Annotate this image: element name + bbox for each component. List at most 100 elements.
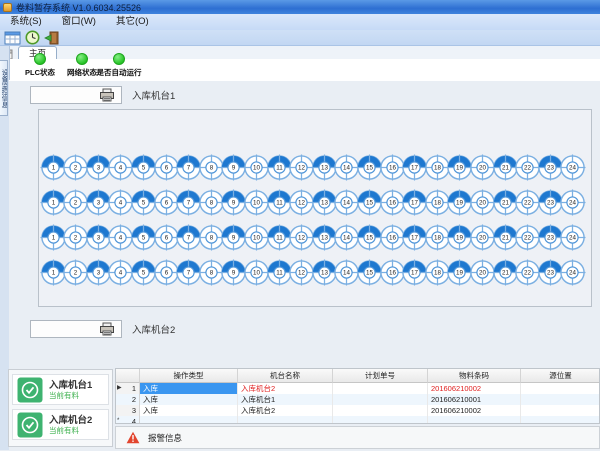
printer-icon (99, 322, 115, 336)
svg-text:17: 17 (411, 165, 418, 172)
svg-text:11: 11 (276, 165, 283, 172)
svg-text:7: 7 (187, 200, 191, 207)
svg-text:19: 19 (456, 270, 463, 277)
svg-text:6: 6 (164, 165, 168, 172)
svg-text:8: 8 (209, 270, 213, 277)
cell-op-type[interactable]: 入库 (140, 383, 238, 394)
svg-text:24: 24 (569, 235, 576, 242)
row-number: *4 (116, 416, 140, 424)
column-header-2[interactable]: 计划单号 (333, 369, 428, 383)
clock-icon[interactable] (25, 30, 40, 45)
svg-text:19: 19 (456, 235, 463, 242)
exit-door-icon[interactable] (44, 30, 60, 45)
svg-text:7: 7 (187, 165, 191, 172)
toolbar (0, 30, 600, 46)
svg-text:6: 6 (164, 200, 168, 207)
reel-slot-4-24[interactable]: 24 (559, 259, 586, 286)
svg-text:1: 1 (51, 165, 55, 172)
cell-source-location[interactable] (521, 416, 600, 424)
app-icon (3, 3, 12, 12)
cell-machine-name[interactable]: 入库机台2 (238, 383, 333, 394)
cell-barcode[interactable]: 201606210001 (428, 394, 521, 405)
cell-source-location[interactable] (521, 394, 600, 405)
cell-plan-no[interactable] (333, 416, 428, 424)
check-icon (17, 412, 43, 438)
svg-text:10: 10 (253, 200, 260, 207)
table-row-2[interactable]: 2入库入库机台1201606210001 (116, 394, 600, 405)
cell-machine-name[interactable]: 入库机台2 (238, 405, 333, 416)
menu-item-2[interactable]: 其它(O) (106, 14, 159, 30)
svg-text:1: 1 (51, 235, 55, 242)
table-row-3[interactable]: 3入库入库机台2201606210002 (116, 405, 600, 416)
station-status-cards: 入库机台1当前有料入库机台2当前有料 (8, 369, 113, 447)
svg-text:10: 10 (253, 270, 260, 277)
cell-op-type[interactable]: 入库 (140, 394, 238, 405)
cell-barcode[interactable]: 201606210002 (428, 405, 521, 416)
cell-plan-no[interactable] (333, 405, 428, 416)
column-header-0[interactable]: 操作类型 (140, 369, 238, 383)
cell-op-type[interactable]: 入库 (140, 405, 238, 416)
table-body: ▶1入库入库机台22016062100022入库入库机台120160621000… (116, 383, 599, 424)
svg-text:4: 4 (119, 270, 123, 277)
table-row-4[interactable]: *4 (116, 416, 600, 424)
svg-text:13: 13 (321, 165, 328, 172)
svg-text:2: 2 (74, 200, 78, 207)
svg-text:6: 6 (164, 270, 168, 277)
menu-item-0[interactable]: 系统(S) (0, 14, 52, 30)
cell-machine-name[interactable]: 入库机台1 (238, 394, 333, 405)
printer-icon (99, 88, 115, 102)
svg-text:16: 16 (389, 165, 396, 172)
cell-source-location[interactable] (521, 405, 600, 416)
svg-text:7: 7 (187, 270, 191, 277)
menu-item-1[interactable]: 窗口(W) (52, 14, 106, 30)
svg-text:8: 8 (209, 165, 213, 172)
table-row-1[interactable]: ▶1入库入库机台2201606210002 (116, 383, 600, 394)
svg-text:13: 13 (321, 270, 328, 277)
side-tab-monitor-info[interactable]: 设备监控信息 (0, 60, 8, 116)
svg-text:5: 5 (142, 270, 146, 277)
station-card-1[interactable]: 入库机台1当前有料 (12, 374, 109, 405)
cell-plan-no[interactable] (333, 383, 428, 394)
svg-text:18: 18 (434, 235, 441, 242)
alarm-bar: 报警信息 (115, 426, 600, 449)
cell-source-location[interactable] (521, 383, 600, 394)
row-header-col (116, 369, 140, 383)
station-card-2[interactable]: 入库机台2当前有料 (12, 409, 109, 440)
status-light-icon (113, 53, 125, 65)
svg-text:18: 18 (434, 270, 441, 277)
reel-slot-1-24[interactable]: 24 (559, 154, 586, 181)
svg-text:20: 20 (479, 235, 486, 242)
print-button-station1[interactable] (30, 86, 122, 104)
column-header-4[interactable]: 源位置 (521, 369, 600, 383)
svg-text:15: 15 (366, 165, 373, 172)
cell-op-type[interactable] (140, 416, 238, 424)
window-title: 卷料暂存系统 V1.0.6034.25526 (16, 1, 141, 14)
alarm-label: 报警信息 (148, 432, 182, 444)
calendar-icon[interactable] (4, 30, 21, 45)
svg-text:14: 14 (343, 200, 350, 207)
cell-barcode[interactable]: 201606210002 (428, 383, 521, 394)
title-bar: 卷料暂存系统 V1.0.6034.25526 (0, 0, 600, 14)
check-icon (17, 377, 43, 403)
svg-text:15: 15 (366, 270, 373, 277)
svg-text:17: 17 (411, 270, 418, 277)
svg-text:3: 3 (96, 165, 100, 172)
column-header-3[interactable]: 物料条码 (428, 369, 521, 383)
station1-reel-grid: 1234567891011121314151617181920212223241… (38, 109, 592, 307)
svg-text:17: 17 (411, 235, 418, 242)
svg-text:23: 23 (547, 165, 554, 172)
svg-text:5: 5 (142, 235, 146, 242)
print-button-station2[interactable] (30, 320, 122, 338)
svg-text:11: 11 (276, 270, 283, 277)
cell-plan-no[interactable] (333, 394, 428, 405)
reel-slot-3-24[interactable]: 24 (559, 224, 586, 251)
cell-machine-name[interactable] (238, 416, 333, 424)
svg-text:16: 16 (389, 200, 396, 207)
column-header-1[interactable]: 机台名称 (238, 369, 333, 383)
reel-slot-2-24[interactable]: 24 (559, 189, 586, 216)
svg-text:20: 20 (479, 200, 486, 207)
cell-barcode[interactable] (428, 416, 521, 424)
svg-text:4: 4 (119, 200, 123, 207)
operation-table: 操作类型机台名称计划单号物料条码源位置 ▶1入库入库机台220160621000… (115, 368, 600, 424)
station1-header: 入库机台1 (30, 85, 590, 105)
